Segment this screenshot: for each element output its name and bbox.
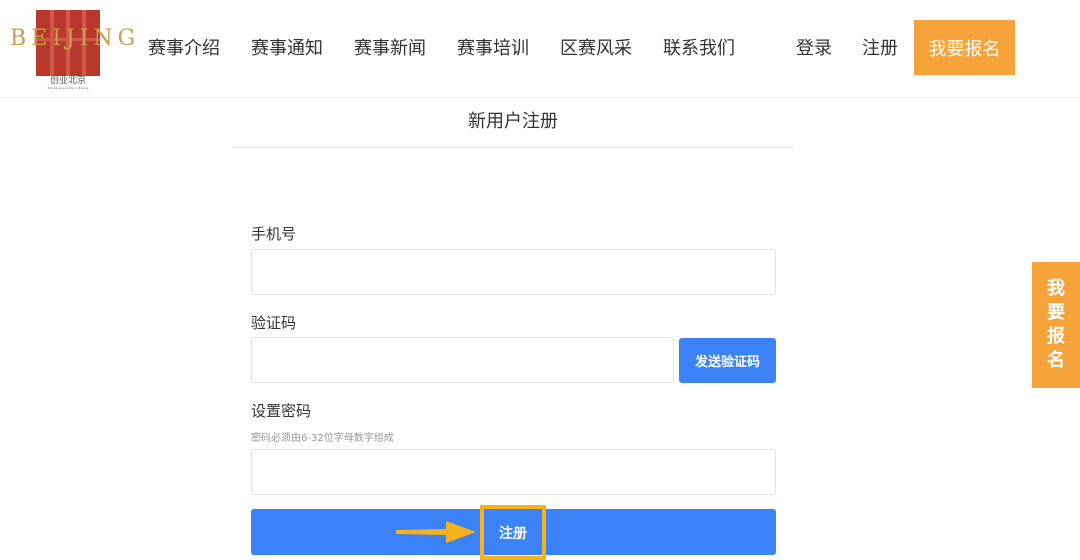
submit-label-highlight[interactable]: 注册	[480, 505, 546, 560]
beijing-logo[interactable]: BEIJING 创业北京 Entrepreneurship in Beijing	[10, 10, 141, 90]
side-tab-char: 我	[1047, 278, 1065, 299]
page-title: 新用户注册	[232, 108, 794, 148]
side-tab-char: 报	[1047, 326, 1065, 347]
nav-item-contact[interactable]: 联系我们	[663, 36, 735, 62]
main-nav: 赛事介绍 赛事通知 赛事新闻 赛事培训 区赛风采 联系我们	[148, 36, 766, 62]
signup-button[interactable]: 我要报名	[914, 20, 1015, 75]
logo-cn-text: 创业北京	[49, 76, 86, 86]
password-hint: 密码必须由6-32位字母数字组成	[251, 433, 394, 444]
login-link[interactable]: 登录	[796, 36, 832, 62]
phone-input[interactable]	[251, 249, 776, 295]
arrow-right-icon	[396, 521, 476, 543]
side-tab-char: 名	[1047, 350, 1065, 371]
nav-item-intro[interactable]: 赛事介绍	[148, 36, 220, 62]
phone-label: 手机号	[251, 225, 297, 243]
password-input[interactable]	[251, 449, 776, 495]
site-header: BEIJING 创业北京 Entrepreneurship in Beijing…	[0, 0, 1080, 98]
code-label: 验证码	[251, 314, 297, 332]
side-signup-tab[interactable]: 我 要 报 名	[1032, 262, 1080, 388]
nav-item-training[interactable]: 赛事培训	[457, 36, 529, 62]
send-code-button[interactable]: 发送验证码	[679, 338, 776, 383]
nav-item-showcase[interactable]: 区赛风采	[560, 36, 632, 62]
side-tab-char: 要	[1047, 302, 1065, 323]
password-label: 设置密码	[251, 402, 312, 420]
logo-en-text: Entrepreneurship in Beijing	[47, 86, 89, 90]
nav-item-news[interactable]: 赛事新闻	[354, 36, 426, 62]
logo-wordmark: BEIJING	[10, 26, 141, 51]
register-link[interactable]: 注册	[862, 36, 898, 62]
code-input[interactable]	[251, 337, 674, 383]
nav-item-notice[interactable]: 赛事通知	[251, 36, 323, 62]
